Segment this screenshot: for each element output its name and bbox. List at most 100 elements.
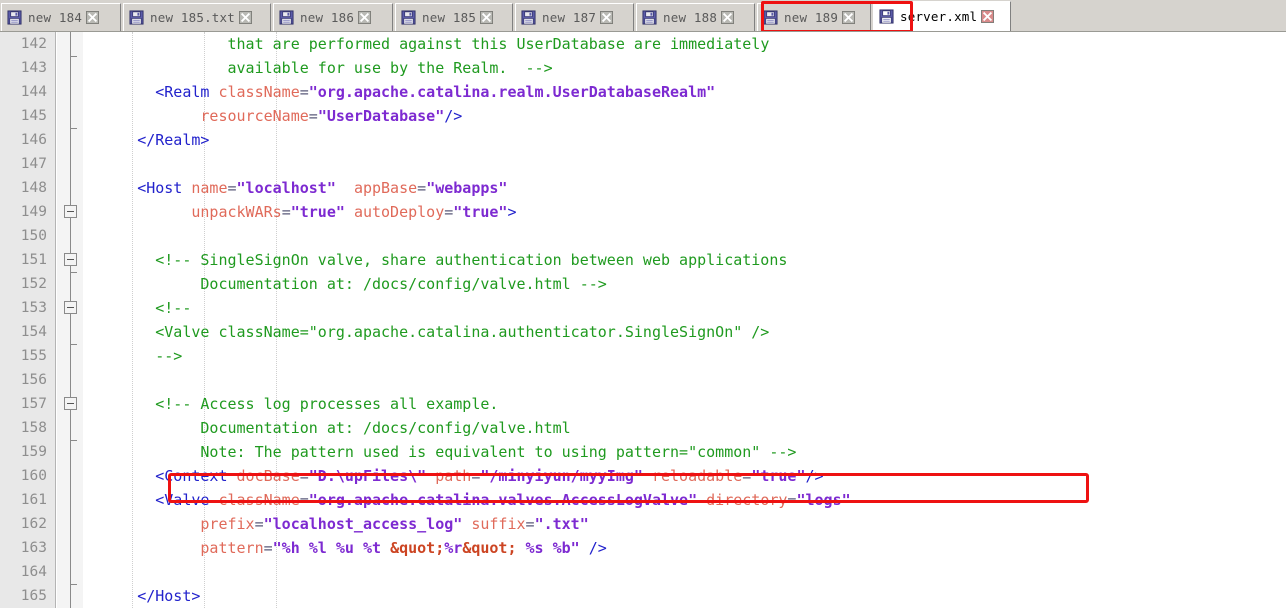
document-tab-server-xml[interactable]: server.xml: [873, 1, 1011, 31]
tab-label: new 185.txt: [150, 10, 235, 25]
document-tab-new-185[interactable]: new 185: [395, 3, 513, 31]
line-number: 147: [20, 156, 47, 172]
code-token: />: [805, 467, 824, 485]
code-token: &quot;: [462, 539, 517, 557]
document-tab-new-184[interactable]: new 184: [1, 3, 121, 31]
code-line[interactable]: </Realm>: [83, 128, 209, 152]
code-token: <Host: [137, 179, 183, 197]
code-token: &quot;: [390, 539, 445, 557]
code-token: "UserDatabase": [317, 107, 445, 125]
code-token: pattern: [200, 539, 264, 557]
code-line[interactable]: <Realm className="org.apache.catalina.re…: [83, 80, 715, 104]
code-folding-gutter[interactable]: [57, 32, 83, 608]
code-token: />: [588, 539, 607, 557]
close-icon[interactable]: [480, 11, 494, 24]
code-token: -->: [155, 347, 183, 365]
close-icon[interactable]: [238, 11, 252, 24]
fold-collapse-box[interactable]: [64, 397, 77, 410]
document-tab-new-188[interactable]: new 188: [636, 3, 755, 31]
code-token: =: [308, 107, 318, 125]
code-editor[interactable]: 142 143 144 145 146 147 148 149 150 151 152 153 154 1…: [0, 32, 1286, 608]
code-token: resourceName: [200, 107, 309, 125]
code-line[interactable]: Documentation at: /docs/config/valve.htm…: [83, 272, 606, 296]
document-tab-new-189[interactable]: new 189: [757, 3, 871, 31]
code-line[interactable]: Note: The pattern used is equivalent to …: [83, 440, 796, 464]
tab-label: new 185: [422, 10, 477, 25]
fold-collapse-box[interactable]: [64, 301, 77, 314]
document-tab-new-185-txt[interactable]: new 185.txt: [123, 3, 271, 31]
code-token: <Valve: [155, 491, 210, 509]
code-line[interactable]: <!-- Access log processes all example.: [83, 392, 498, 416]
code-line[interactable]: unpackWARs="true" autoDeploy="true">: [83, 200, 516, 224]
code-token: <Context: [155, 467, 228, 485]
fold-end-tick: [70, 56, 77, 57]
tab-label: new 184: [28, 10, 83, 25]
code-token: %s %b": [516, 539, 580, 557]
code-token: =: [444, 203, 454, 221]
code-token: =: [299, 491, 309, 509]
code-line[interactable]: Documentation at: /docs/config/valve.htm…: [83, 416, 570, 440]
line-number: 159: [20, 444, 47, 460]
code-line[interactable]: resourceName="UserDatabase"/>: [83, 104, 462, 128]
code-token: =: [263, 539, 273, 557]
code-token: %r: [444, 539, 463, 557]
close-icon[interactable]: [842, 11, 856, 24]
document-tab-new-186[interactable]: new 186: [273, 3, 393, 31]
line-number: 143: [20, 60, 47, 76]
code-token: "org.apache.catalina.realm.UserDatabaseR…: [308, 83, 716, 101]
line-number: 152: [20, 276, 47, 292]
code-token: docBase: [236, 467, 300, 485]
close-icon[interactable]: [981, 10, 995, 23]
code-token: =: [281, 203, 291, 221]
document-tab-new-187[interactable]: new 187: [515, 3, 634, 31]
close-icon[interactable]: [358, 11, 372, 24]
code-line[interactable]: pattern="%h %l %u %t &quot;%r&quot; %s %…: [83, 536, 607, 560]
code-line[interactable]: <Valve className="org.apache.catalina.au…: [83, 320, 769, 344]
code-token: name: [191, 179, 228, 197]
code-token: path: [435, 467, 472, 485]
line-number: 150: [20, 228, 47, 244]
code-text-area[interactable]: that are performed against this UserData…: [83, 32, 1286, 608]
floppy-disk-icon: [879, 9, 894, 24]
line-number: 146: [20, 132, 47, 148]
code-token: =: [227, 179, 237, 197]
code-line[interactable]: <Context docBase="D:\upFiles\" path="/mi…: [83, 464, 824, 488]
code-line[interactable]: available for use by the Realm. -->: [83, 56, 553, 80]
code-line[interactable]: <Valve className="org.apache.catalina.va…: [83, 488, 850, 512]
code-token: className: [218, 491, 300, 509]
code-token: =: [299, 83, 309, 101]
code-line[interactable]: -->: [83, 344, 182, 368]
code-token: reloadable: [651, 467, 743, 485]
close-icon[interactable]: [721, 11, 735, 24]
code-line[interactable]: </Host>: [83, 584, 200, 608]
code-line[interactable]: that are performed against this UserData…: [83, 32, 770, 56]
code-line[interactable]: <!-- SingleSignOn valve, share authentic…: [83, 248, 787, 272]
fold-collapse-box[interactable]: [64, 205, 77, 218]
fold-end-tick: [70, 128, 77, 129]
floppy-disk-icon: [763, 10, 778, 25]
code-line[interactable]: prefix="localhost_access_log" suffix=".t…: [83, 512, 588, 536]
close-icon[interactable]: [600, 11, 614, 24]
floppy-disk-icon: [642, 10, 657, 25]
line-number: 151: [20, 252, 47, 268]
code-token: Note: The pattern used is equivalent to …: [200, 443, 797, 461]
tab-label: new 187: [542, 10, 597, 25]
floppy-disk-icon: [521, 10, 536, 25]
fold-collapse-box[interactable]: [64, 253, 77, 266]
line-number: 165: [20, 588, 47, 604]
code-line[interactable]: <Host name="localhost" appBase="webapps": [83, 176, 507, 200]
document-tab-bar[interactable]: new 184 new 185.txt new 186 new 185 new 187 n…: [0, 0, 1286, 32]
line-number: 149: [20, 204, 47, 220]
code-token: "localhost_access_log": [263, 515, 463, 533]
code-line[interactable]: <!--: [83, 296, 191, 320]
close-icon[interactable]: [86, 11, 100, 24]
